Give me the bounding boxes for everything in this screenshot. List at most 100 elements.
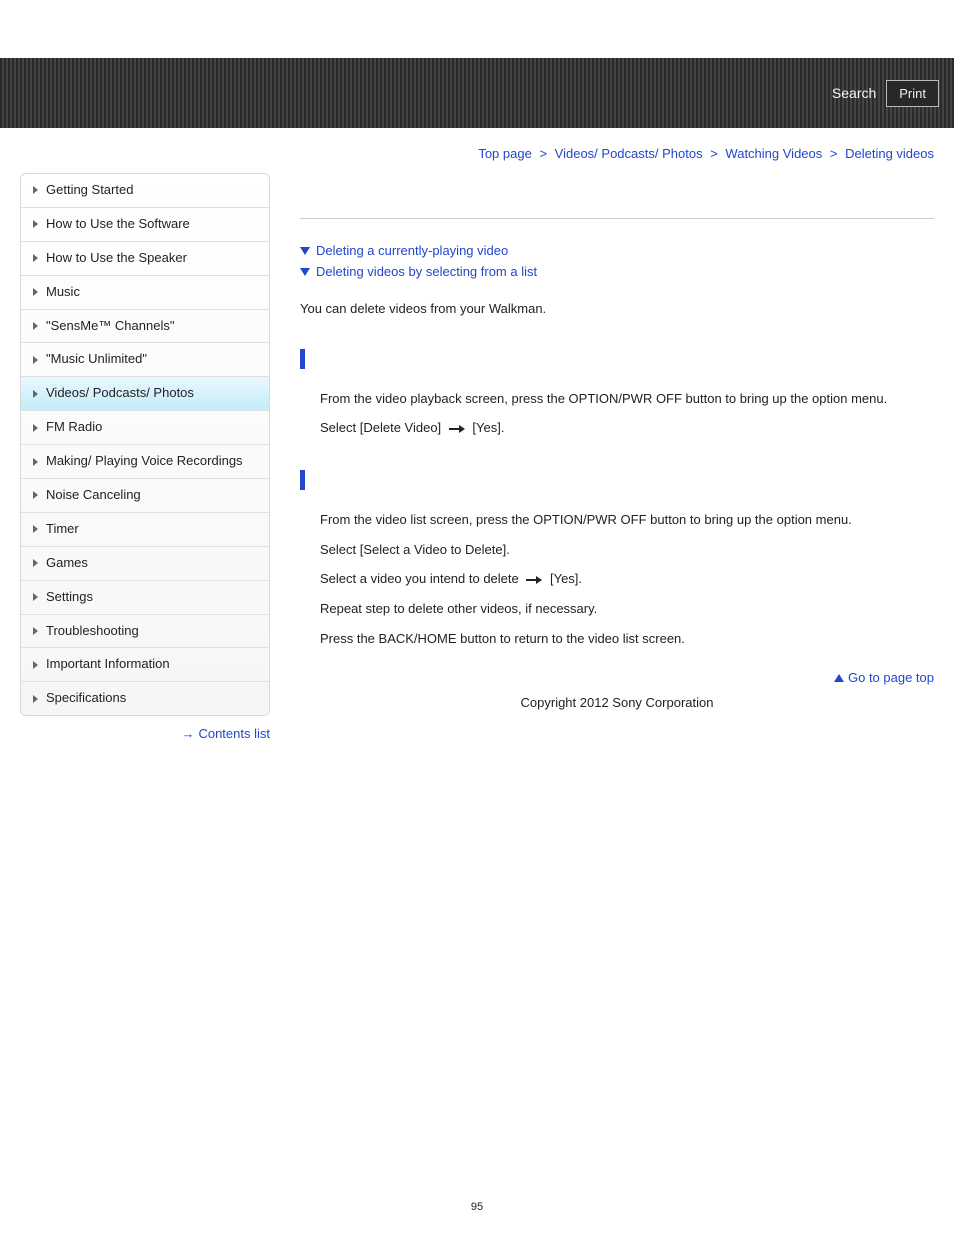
sidebar-item-link[interactable]: Games bbox=[21, 547, 269, 580]
caret-right-icon bbox=[33, 220, 38, 228]
arrow-right-icon bbox=[526, 568, 542, 591]
intro-text: You can delete videos from your Walkman. bbox=[300, 299, 934, 319]
sidebar-item-label: Important Information bbox=[46, 656, 170, 673]
divider bbox=[300, 218, 934, 219]
sidebar-item-label: Troubleshooting bbox=[46, 623, 139, 640]
sidebar-item-label: Making/ Playing Voice Recordings bbox=[46, 453, 243, 470]
sidebar: Getting Started How to Use the Software Ho… bbox=[20, 173, 270, 741]
go-to-top-link[interactable]: Go to page top bbox=[848, 670, 934, 685]
caret-right-icon bbox=[33, 695, 38, 703]
top-bar: Search Print bbox=[0, 58, 954, 128]
sidebar-item-label: Noise Canceling bbox=[46, 487, 141, 504]
sidebar-item-label: Games bbox=[46, 555, 88, 572]
page-number: 95 bbox=[0, 1201, 954, 1213]
sidebar-list: Getting Started How to Use the Software Ho… bbox=[20, 173, 270, 716]
sidebar-item-label: Specifications bbox=[46, 690, 126, 707]
step-fragment: [Yes]. bbox=[469, 420, 505, 435]
main-content: Deleting a currently-playing video Delet… bbox=[300, 173, 934, 741]
sidebar-item[interactable]: Troubleshooting bbox=[21, 615, 269, 649]
sidebar-item-link[interactable]: Troubleshooting bbox=[21, 615, 269, 648]
breadcrumb-link-top[interactable]: Top page bbox=[478, 146, 532, 161]
sidebar-item-link[interactable]: Settings bbox=[21, 581, 269, 614]
sidebar-item[interactable]: Making/ Playing Voice Recordings bbox=[21, 445, 269, 479]
sidebar-item-label: Timer bbox=[46, 521, 79, 538]
breadcrumb-current: Deleting videos bbox=[845, 146, 934, 161]
sidebar-item[interactable]: Settings bbox=[21, 581, 269, 615]
sidebar-item-link[interactable]: "SensMe™ Channels" bbox=[21, 310, 269, 343]
arrow-right-icon: → bbox=[181, 726, 194, 741]
step-text: Select [Delete Video] [Yes]. bbox=[320, 416, 934, 440]
sidebar-item[interactable]: Specifications bbox=[21, 682, 269, 715]
sidebar-item-link[interactable]: Specifications bbox=[21, 682, 269, 715]
caret-right-icon bbox=[33, 491, 38, 499]
breadcrumb-sep: > bbox=[539, 146, 547, 161]
caret-right-icon bbox=[33, 661, 38, 669]
section-marker-icon bbox=[300, 349, 305, 369]
breadcrumb-sep: > bbox=[710, 146, 718, 161]
sidebar-item-link[interactable]: Important Information bbox=[21, 648, 269, 681]
step-text: Press the BACK/HOME button to return to … bbox=[320, 627, 934, 650]
caret-right-icon bbox=[33, 322, 38, 330]
sidebar-item[interactable]: Games bbox=[21, 547, 269, 581]
search-link[interactable]: Search bbox=[832, 85, 876, 101]
contents-list: → Contents list bbox=[20, 726, 270, 741]
sidebar-item-link[interactable]: Making/ Playing Voice Recordings bbox=[21, 445, 269, 478]
sidebar-item[interactable]: Getting Started bbox=[21, 174, 269, 208]
sidebar-item-label: How to Use the Software bbox=[46, 216, 190, 233]
sidebar-item[interactable]: How to Use the Speaker bbox=[21, 242, 269, 276]
step-text: Select [Select a Video to Delete]. bbox=[320, 538, 934, 561]
caret-right-icon bbox=[33, 254, 38, 262]
section-1-steps: From the video playback screen, press th… bbox=[300, 387, 934, 441]
caret-right-icon bbox=[33, 186, 38, 194]
section-marker-icon bbox=[300, 470, 305, 490]
step-fragment: Select a video you intend to delete bbox=[320, 571, 522, 586]
section-2-steps: From the video list screen, press the OP… bbox=[300, 508, 934, 650]
caret-right-icon bbox=[33, 458, 38, 466]
sidebar-item-link[interactable]: How to Use the Speaker bbox=[21, 242, 269, 275]
sidebar-item-link[interactable]: How to Use the Software bbox=[21, 208, 269, 241]
sidebar-item-link[interactable]: FM Radio bbox=[21, 411, 269, 444]
caret-right-icon bbox=[33, 288, 38, 296]
sidebar-item-label: Getting Started bbox=[46, 182, 133, 199]
sidebar-item[interactable]: Timer bbox=[21, 513, 269, 547]
caret-right-icon bbox=[33, 390, 38, 398]
arrow-right-icon bbox=[449, 417, 465, 440]
sidebar-item-label: "SensMe™ Channels" bbox=[46, 318, 174, 335]
sidebar-item-link[interactable]: Videos/ Podcasts/ Photos bbox=[21, 377, 269, 410]
down-triangle-icon bbox=[300, 247, 310, 255]
up-triangle-icon bbox=[834, 674, 844, 682]
sidebar-item-label: How to Use the Speaker bbox=[46, 250, 187, 267]
sidebar-item-link[interactable]: Noise Canceling bbox=[21, 479, 269, 512]
step-text: From the video list screen, press the OP… bbox=[320, 508, 934, 531]
sidebar-item[interactable]: "Music Unlimited" bbox=[21, 343, 269, 377]
sidebar-item-link[interactable]: Music bbox=[21, 276, 269, 309]
caret-right-icon bbox=[33, 627, 38, 635]
sidebar-item-link[interactable]: Timer bbox=[21, 513, 269, 546]
sidebar-item[interactable]: Videos/ Podcasts/ Photos bbox=[21, 377, 269, 411]
caret-right-icon bbox=[33, 525, 38, 533]
down-triangle-icon bbox=[300, 268, 310, 276]
contents-list-link[interactable]: Contents list bbox=[198, 726, 270, 741]
breadcrumb: Top page > Videos/ Podcasts/ Photos > Wa… bbox=[0, 128, 954, 173]
step-text: From the video playback screen, press th… bbox=[320, 387, 934, 410]
sidebar-item[interactable]: FM Radio bbox=[21, 411, 269, 445]
sidebar-item[interactable]: Music bbox=[21, 276, 269, 310]
sidebar-item[interactable]: Noise Canceling bbox=[21, 479, 269, 513]
breadcrumb-link-watching[interactable]: Watching Videos bbox=[725, 146, 822, 161]
anchor-links: Deleting a currently-playing video Delet… bbox=[300, 243, 934, 279]
anchor-link-current[interactable]: Deleting a currently-playing video bbox=[316, 243, 508, 258]
sidebar-item[interactable]: "SensMe™ Channels" bbox=[21, 310, 269, 344]
sidebar-item[interactable]: How to Use the Software bbox=[21, 208, 269, 242]
sidebar-item[interactable]: Important Information bbox=[21, 648, 269, 682]
sidebar-item-link[interactable]: "Music Unlimited" bbox=[21, 343, 269, 376]
sidebar-item-label: "Music Unlimited" bbox=[46, 351, 147, 368]
anchor-link-list[interactable]: Deleting videos by selecting from a list bbox=[316, 264, 537, 279]
sidebar-item-link[interactable]: Getting Started bbox=[21, 174, 269, 207]
breadcrumb-sep: > bbox=[830, 146, 838, 161]
breadcrumb-link-videos[interactable]: Videos/ Podcasts/ Photos bbox=[555, 146, 703, 161]
sidebar-item-label: Settings bbox=[46, 589, 93, 606]
sidebar-item-label: Videos/ Podcasts/ Photos bbox=[46, 385, 194, 402]
print-button[interactable]: Print bbox=[886, 80, 939, 107]
caret-right-icon bbox=[33, 356, 38, 364]
footer-copyright: Copyright 2012 Sony Corporation bbox=[300, 685, 934, 740]
